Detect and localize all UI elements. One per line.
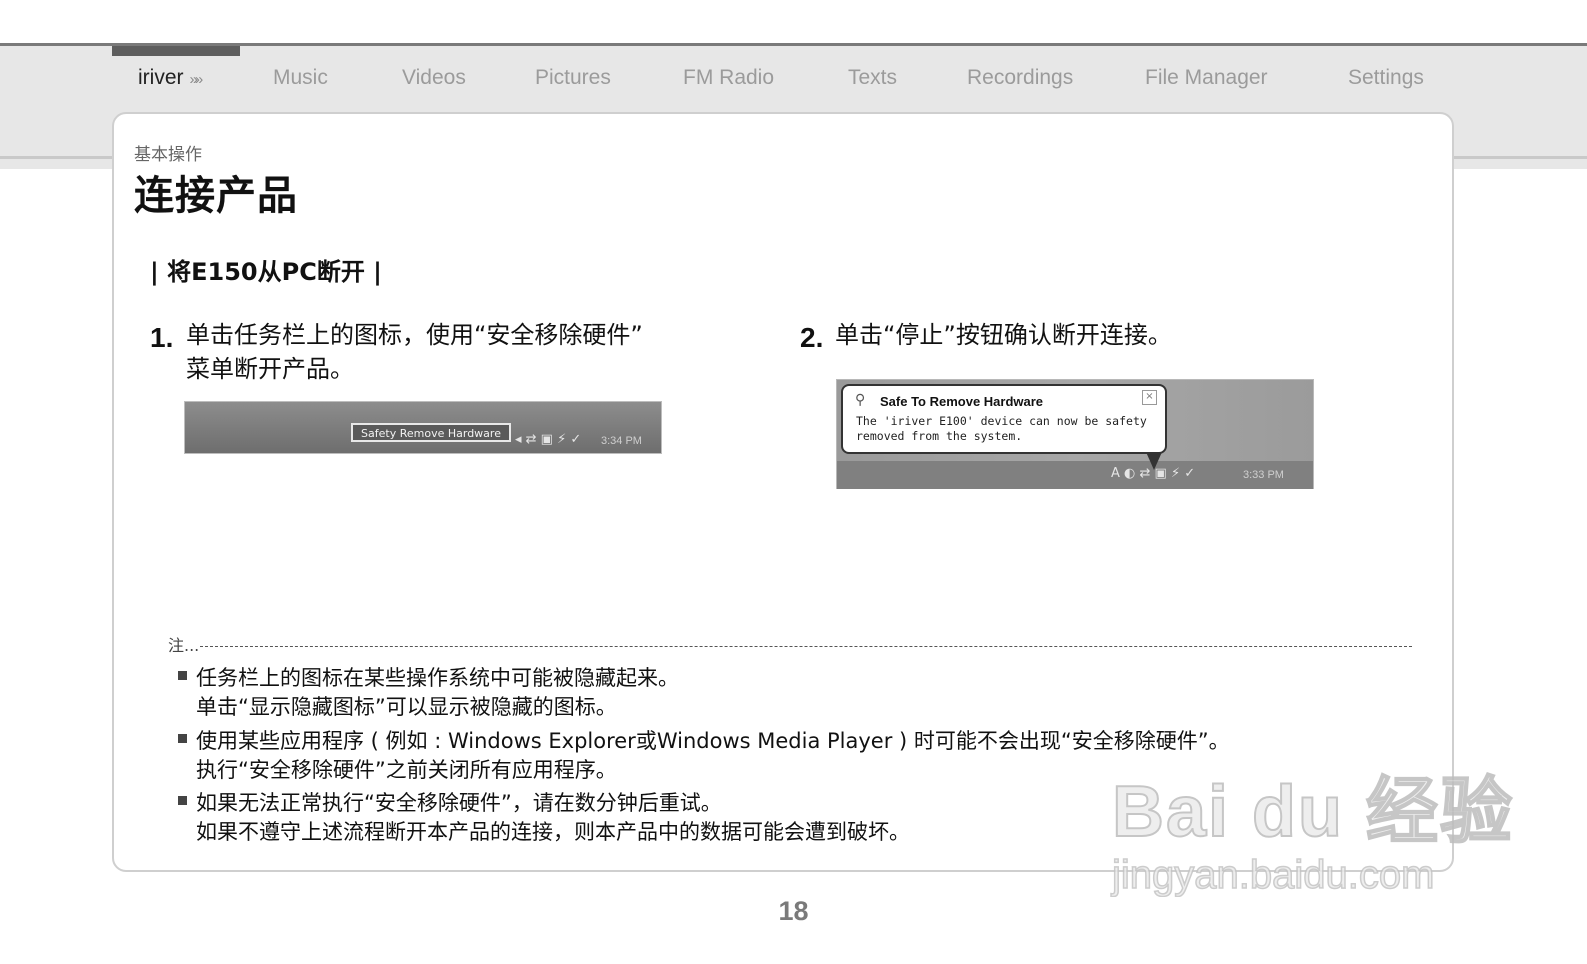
nav-item-file-manager[interactable]: File Manager [1145,66,1268,90]
nav-item-texts[interactable]: Texts [848,66,897,90]
subheading: | 将E150从PC断开 | [150,258,382,286]
section-label: 基本操作 [134,145,202,165]
step-2-line-1: 单击“停止”按钮确认断开连接。 [835,321,1172,349]
tray-icons: ◂ ⇄ ▣ ⚡ ✓ [515,432,582,447]
balloon-line-1: The 'iriver E100' device can now be safe… [856,414,1147,428]
notification-balloon: ⚲ Safe To Remove Hardware × The 'iriver … [841,384,1167,454]
double-chevron-icon: »» [189,71,204,88]
tray-clock: 3:34 PM [601,435,642,447]
balloon-title: Safe To Remove Hardware [880,394,1044,409]
balloon-message: The 'iriver E100' device can now be safe… [856,414,1147,444]
top-nav: iriver»» Music Videos Pictures FM Radio … [0,46,1587,112]
bullet-icon [178,734,187,743]
tooltip-safety-remove: Safety Remove Hardware [351,423,511,442]
close-icon[interactable]: × [1142,390,1157,405]
page-title: 连接产品 [134,173,298,219]
note-2-line-2: 执行“安全移除硬件”之前关闭所有应用程序。 [196,758,617,782]
bullet-icon [178,796,187,805]
nav-item-label: iriver [138,66,184,89]
note-1-line-2: 单击“显示隐藏图标”可以显示被隐藏的图标。 [196,695,617,719]
note-divider [200,646,1412,647]
step-2-number: 2. [800,322,824,353]
taskbar-screenshot-2: ⚲ Safe To Remove Hardware × The 'iriver … [836,379,1314,489]
step-1-number: 1. [150,322,174,353]
note-2-line-1: 使用某些应用程序 ( 例如 : Windows Explorer或Windows… [196,729,1230,753]
taskbar-screenshot-1: Safety Remove Hardware ◂ ⇄ ▣ ⚡ ✓ 3:34 PM [184,401,662,454]
nav-item-pictures[interactable]: Pictures [535,66,611,90]
taskbar-strip [837,461,1313,489]
step-1-line-1: 单击任务栏上的图标，使用“安全移除硬件” [186,321,643,349]
nav-item-settings[interactable]: Settings [1348,66,1424,90]
balloon-line-2: removed from the system. [856,429,1023,443]
note-1-line-1: 任务栏上的图标在某些操作系统中可能被隐藏起来。 [196,666,679,690]
nav-item-music[interactable]: Music [273,66,328,90]
note-3-line-2: 如果不遵守上述流程断开本产品的连接，则本产品中的数据可能会遭到破坏。 [196,820,910,844]
note-label: 注... [168,636,200,655]
note-3-line-1: 如果无法正常执行“安全移除硬件”，请在数分钟后重试。 [196,791,722,815]
page-number: 18 [778,896,809,926]
tray-icons: A ◐ ⇄ ▣ ⚡ ✓ [1111,466,1196,481]
nav-item-videos[interactable]: Videos [402,66,466,90]
bullet-icon [178,671,187,680]
hardware-icon: ⚲ [855,392,866,408]
nav-item-iriver[interactable]: iriver »» [138,66,204,90]
step-1-line-2: 菜单断开产品。 [186,355,354,383]
nav-item-recordings[interactable]: Recordings [967,66,1073,90]
tray-clock: 3:33 PM [1243,469,1284,481]
nav-item-fm-radio[interactable]: FM Radio [683,66,774,90]
